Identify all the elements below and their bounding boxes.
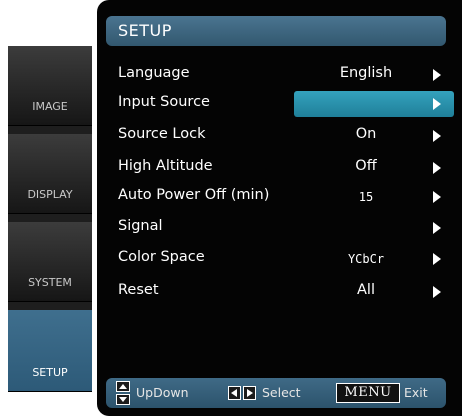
- exit-hint: Exit: [404, 385, 428, 400]
- row-label: Source Lock: [118, 126, 206, 142]
- tab-display-label: DISPLAY: [27, 188, 73, 201]
- select-hint: Select: [262, 385, 301, 400]
- row-label: Reset: [118, 282, 159, 298]
- chevron-right-icon[interactable]: [433, 130, 441, 142]
- tab-image-label: IMAGE: [32, 100, 68, 113]
- chevron-right-icon[interactable]: [433, 286, 441, 298]
- row-value: YCbCr: [347, 252, 385, 266]
- chevron-right-icon[interactable]: [433, 69, 441, 81]
- chevron-right-icon[interactable]: [433, 162, 441, 174]
- row-label: Input Source: [118, 94, 210, 110]
- menu-tab-column: IMAGE DISPLAY SYSTEM SETUP: [8, 46, 92, 392]
- row-label: Language: [118, 65, 190, 81]
- row-value: Off: [355, 158, 377, 174]
- row-label: Color Space: [118, 249, 205, 265]
- chevron-right-icon[interactable]: [433, 191, 441, 203]
- tab-setup-label: SETUP: [32, 366, 68, 379]
- row-label: Signal: [118, 218, 163, 234]
- menu-header: SETUP: [106, 16, 446, 46]
- row-value: On: [355, 126, 377, 142]
- row-label: Auto Power Off (min): [118, 187, 270, 203]
- updown-keys-icon: [116, 381, 130, 405]
- menu-key-icon: MENU: [336, 383, 400, 403]
- menu-row-reset[interactable]: Reset All: [118, 279, 448, 305]
- selection-highlight: [294, 91, 454, 117]
- menu-row-input-source[interactable]: Input Source: [118, 91, 454, 117]
- menu-row-signal[interactable]: Signal: [118, 215, 448, 241]
- left-right-keys-icon: [228, 386, 256, 400]
- page-title: SETUP: [118, 21, 172, 40]
- menu-row-language[interactable]: Language English: [118, 62, 448, 88]
- chevron-right-icon[interactable]: [433, 222, 441, 234]
- menu-row-source-lock[interactable]: Source Lock On: [118, 123, 448, 149]
- updown-hint: UpDown: [136, 385, 189, 400]
- menu-row-color-space[interactable]: Color Space YCbCr: [118, 246, 448, 272]
- row-value: All: [357, 282, 375, 298]
- menu-row-high-altitude[interactable]: High Altitude Off: [118, 155, 448, 181]
- row-value: 15: [358, 190, 374, 204]
- row-label: High Altitude: [118, 158, 213, 174]
- tab-display[interactable]: DISPLAY: [8, 134, 92, 214]
- tab-system[interactable]: SYSTEM: [8, 222, 92, 302]
- menu-row-auto-power-off[interactable]: Auto Power Off (min) 15: [118, 184, 448, 210]
- tab-system-label: SYSTEM: [28, 276, 72, 289]
- chevron-right-icon[interactable]: [433, 98, 441, 110]
- menu-footer: UpDown Select MENU Exit: [106, 378, 446, 408]
- tab-setup[interactable]: SETUP: [8, 310, 92, 392]
- row-value: English: [339, 65, 393, 81]
- tab-image[interactable]: IMAGE: [8, 46, 92, 126]
- chevron-right-icon[interactable]: [433, 253, 441, 265]
